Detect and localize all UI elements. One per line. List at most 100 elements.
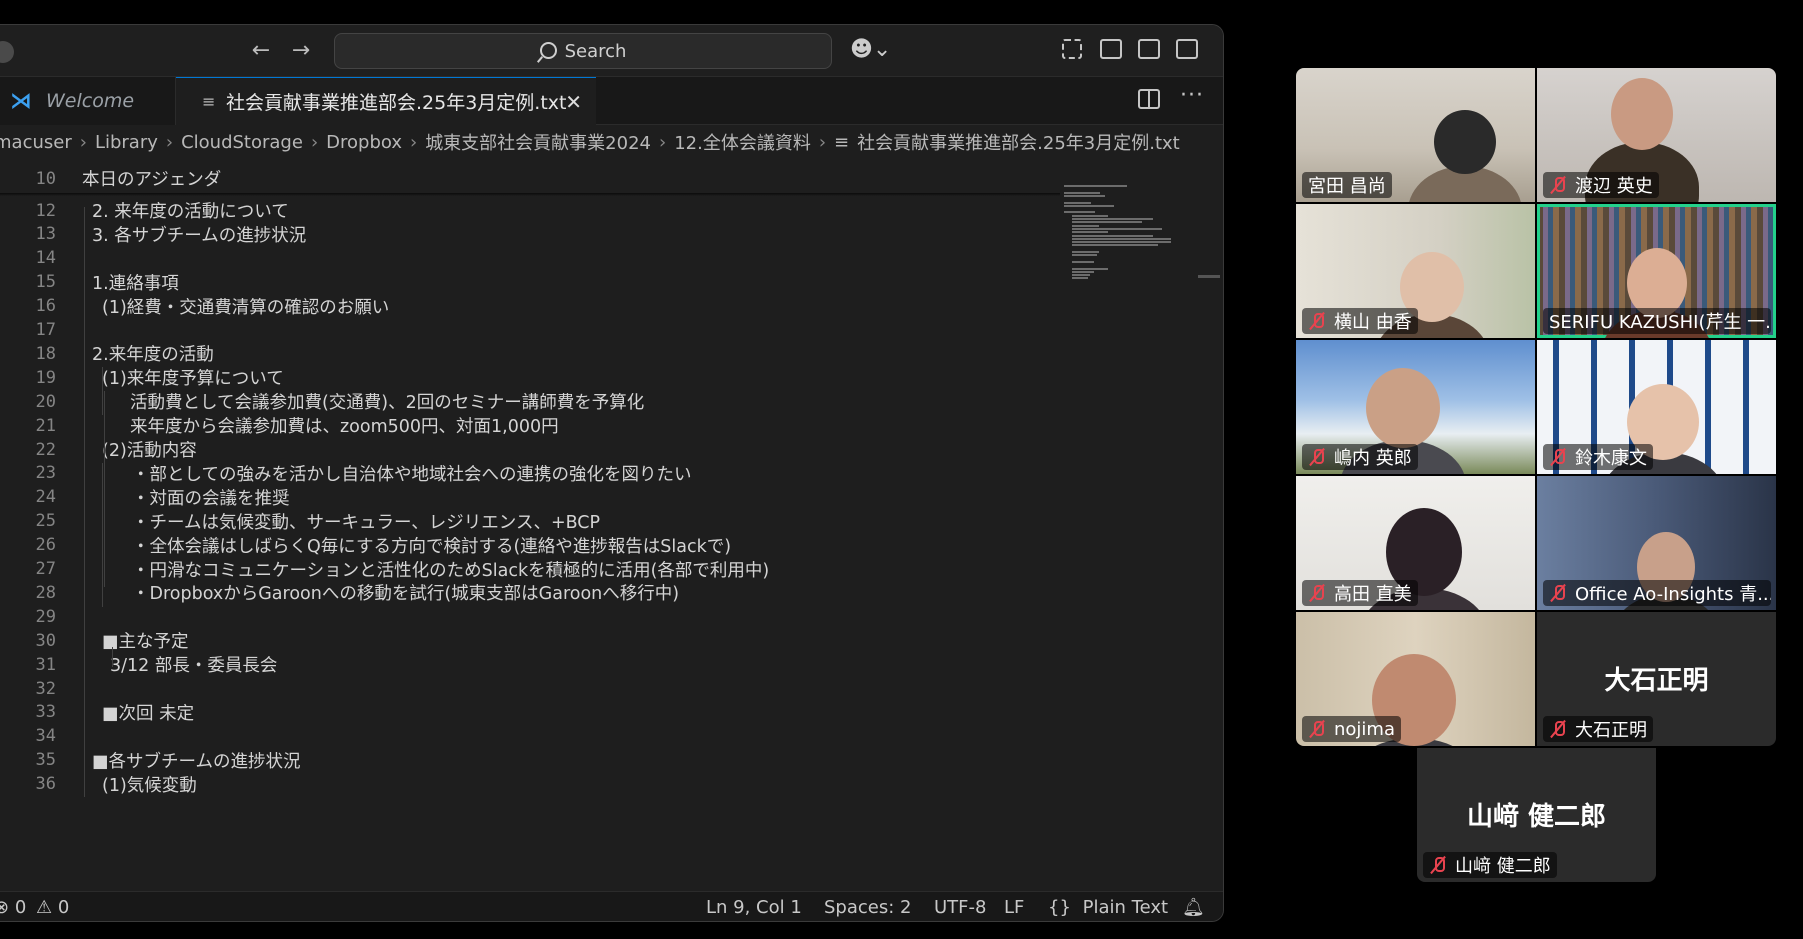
line-number: 19 bbox=[35, 367, 56, 388]
tab-bar: ⋊ Welcome ≡ 社会貢献事業推進部会.25年3月定例.txt ✕ ··· bbox=[0, 77, 1223, 125]
minimap-line bbox=[1072, 260, 1094, 263]
split-editor-icon[interactable] bbox=[1138, 89, 1160, 109]
command-search-box[interactable]: Search bbox=[334, 33, 832, 69]
error-icon: ⊗ bbox=[0, 897, 9, 918]
participant-tile[interactable]: 山﨑 健二郎 山﨑 健二郎 bbox=[1417, 748, 1656, 882]
participant-tile[interactable]: 宮田 昌尚 bbox=[1296, 68, 1535, 202]
video-meeting-gallery: 宮田 昌尚 渡辺 英史横山 由香 SERIFU KAZUSHI(芹生 一... 嶋内 … bbox=[1296, 68, 1778, 882]
customize-layout-icon[interactable] bbox=[1062, 39, 1082, 59]
line-number: 30 bbox=[35, 630, 56, 651]
toggle-secondary-sidebar-icon[interactable] bbox=[1176, 39, 1198, 59]
line-text: ・チームは気候変動、サーキュラー、レジリエンス、+BCP bbox=[132, 512, 601, 533]
line-number: 25 bbox=[35, 511, 56, 532]
minimap-line bbox=[1072, 274, 1090, 277]
search-icon bbox=[539, 41, 557, 59]
line-number: 28 bbox=[35, 582, 56, 603]
end-of-line[interactable]: LF bbox=[1004, 897, 1024, 918]
line-number: 23 bbox=[35, 463, 56, 484]
code-line[interactable]: 10 本日のアジェンダ bbox=[0, 165, 1060, 192]
line-text: 本日のアジェンダ bbox=[82, 170, 222, 190]
breadcrumb-item[interactable]: macuser bbox=[0, 132, 72, 153]
encoding[interactable]: UTF-8 bbox=[934, 897, 986, 918]
participant-name: SERIFU KAZUSHI(芹生 一... bbox=[1549, 312, 1771, 333]
participant-name: nojima bbox=[1334, 718, 1395, 740]
line-text: 活動費として会議参加費(交通費)、2回のセミナー講師費を予算化 bbox=[130, 393, 645, 414]
code-editor[interactable]: 10 本日のアジェンダ 12 2. 来年度の活動について 13 3. 各サブチームの進捗状… bbox=[0, 159, 1060, 877]
cursor-position[interactable]: Ln 9, Col 1 bbox=[706, 897, 802, 918]
tab-welcome[interactable]: ⋊ Welcome bbox=[0, 77, 176, 125]
breadcrumb-item[interactable]: Dropbox bbox=[326, 132, 402, 153]
indent-guide bbox=[102, 463, 103, 607]
more-actions-icon[interactable]: ··· bbox=[1180, 83, 1204, 108]
minimap-line bbox=[1072, 227, 1162, 230]
breadcrumb-separator-icon: › bbox=[79, 131, 87, 153]
toggle-panel-icon[interactable] bbox=[1138, 39, 1160, 59]
minimap-line bbox=[1064, 204, 1114, 207]
indentation[interactable]: Spaces: 2 bbox=[824, 897, 911, 918]
muted-mic-icon bbox=[1549, 720, 1567, 738]
copilot-icon[interactable]: ☻⌄ bbox=[850, 37, 891, 62]
participant-tile[interactable]: 高田 直美 bbox=[1296, 476, 1535, 610]
line-number: 26 bbox=[35, 535, 56, 556]
breadcrumb-item[interactable]: CloudStorage bbox=[181, 132, 303, 153]
minimap-line bbox=[1072, 251, 1099, 253]
minimap-line bbox=[1072, 254, 1098, 257]
minimap-line bbox=[1064, 211, 1095, 214]
participant-tile[interactable]: 渡辺 英史 bbox=[1537, 68, 1776, 202]
line-number: 29 bbox=[35, 606, 56, 627]
problems-indicator[interactable]: ⊗ 0 ⚠ 0 bbox=[0, 897, 69, 918]
back-arrow-icon[interactable]: ← bbox=[246, 37, 276, 67]
line-text: 3/12 部長・委員長会 bbox=[110, 656, 278, 677]
participant-tile[interactable]: nojima bbox=[1296, 612, 1535, 746]
notifications-bell-icon[interactable]: 🔔︎ bbox=[1182, 897, 1205, 918]
line-number: 10 bbox=[35, 168, 56, 189]
minimap-line bbox=[1072, 270, 1094, 273]
minimap-line bbox=[1072, 237, 1171, 240]
breadcrumb: macuser › Library › CloudStorage › Dropbox › 城東支… bbox=[0, 125, 1217, 159]
line-text: ■主な予定 bbox=[102, 632, 189, 653]
minimap-line bbox=[1072, 244, 1158, 247]
close-tab-icon[interactable]: ✕ bbox=[565, 90, 582, 114]
participant-tile[interactable]: SERIFU KAZUSHI(芹生 一... bbox=[1537, 204, 1776, 338]
line-number: 22 bbox=[35, 439, 56, 460]
tab-label: 社会貢献事業推進部会.25年3月定例.txt bbox=[226, 92, 567, 114]
participant-tile[interactable]: 嶋内 英郎 bbox=[1296, 340, 1535, 474]
muted-mic-icon bbox=[1308, 312, 1326, 330]
line-number: 31 bbox=[35, 654, 56, 675]
toggle-primary-sidebar-icon[interactable] bbox=[1100, 39, 1122, 59]
participant-name-label: Office Ao-Insights 青... bbox=[1543, 580, 1771, 606]
line-text: (1)気候変動 bbox=[102, 775, 197, 796]
text-file-icon: ≡ bbox=[202, 92, 216, 111]
line-number: 16 bbox=[35, 296, 56, 317]
warning-icon: ⚠ bbox=[36, 897, 53, 918]
line-number: 34 bbox=[35, 726, 56, 747]
breadcrumb-item[interactable]: Library bbox=[95, 132, 158, 153]
line-number: 14 bbox=[35, 248, 56, 269]
line-text: 2. 来年度の活動について bbox=[92, 202, 289, 222]
participant-video-face bbox=[1434, 110, 1496, 174]
breadcrumb-item[interactable]: 12.全体会議資料 bbox=[674, 129, 811, 155]
forward-arrow-icon[interactable]: → bbox=[286, 37, 316, 67]
participant-display-name: 山﨑 健二郎 bbox=[1466, 802, 1607, 832]
participant-tile[interactable]: 横山 由香 bbox=[1296, 204, 1535, 338]
breadcrumb-item[interactable]: 社会貢献事業推進部会.25年3月定例.txt bbox=[857, 129, 1180, 155]
indent-guide bbox=[112, 647, 113, 667]
muted-mic-icon bbox=[1549, 448, 1567, 466]
breadcrumb-item[interactable]: 城東支部社会貢献事業2024 bbox=[425, 129, 651, 155]
tab-active-file[interactable]: ≡ 社会貢献事業推進部会.25年3月定例.txt ✕ bbox=[176, 77, 596, 125]
participant-name: 高田 直美 bbox=[1334, 584, 1412, 605]
participant-tile[interactable]: 大石正明 大石正明 bbox=[1537, 612, 1776, 746]
indent-guide bbox=[102, 367, 103, 415]
participant-tile[interactable]: Office Ao-Insights 青... bbox=[1537, 476, 1776, 610]
code-line[interactable]: 36 (1)気候変動 bbox=[0, 771, 1060, 798]
line-text: ■次回 未定 bbox=[102, 703, 195, 724]
window-close-button[interactable] bbox=[0, 41, 14, 63]
line-number: 32 bbox=[35, 678, 56, 699]
scrollbar[interactable] bbox=[1198, 275, 1220, 278]
status-bar: ⊗ 0 ⚠ 0 Ln 9, Col 1 Spaces: 2 UTF-8 LF {… bbox=[0, 891, 1223, 921]
participant-tile[interactable]: 鈴木康文 bbox=[1537, 340, 1776, 474]
participant-name: 渡辺 英史 bbox=[1575, 176, 1653, 197]
language-mode[interactable]: {} Plain Text bbox=[1048, 897, 1168, 918]
breadcrumb-separator-icon: › bbox=[659, 131, 667, 153]
minimap[interactable] bbox=[1060, 185, 1190, 315]
